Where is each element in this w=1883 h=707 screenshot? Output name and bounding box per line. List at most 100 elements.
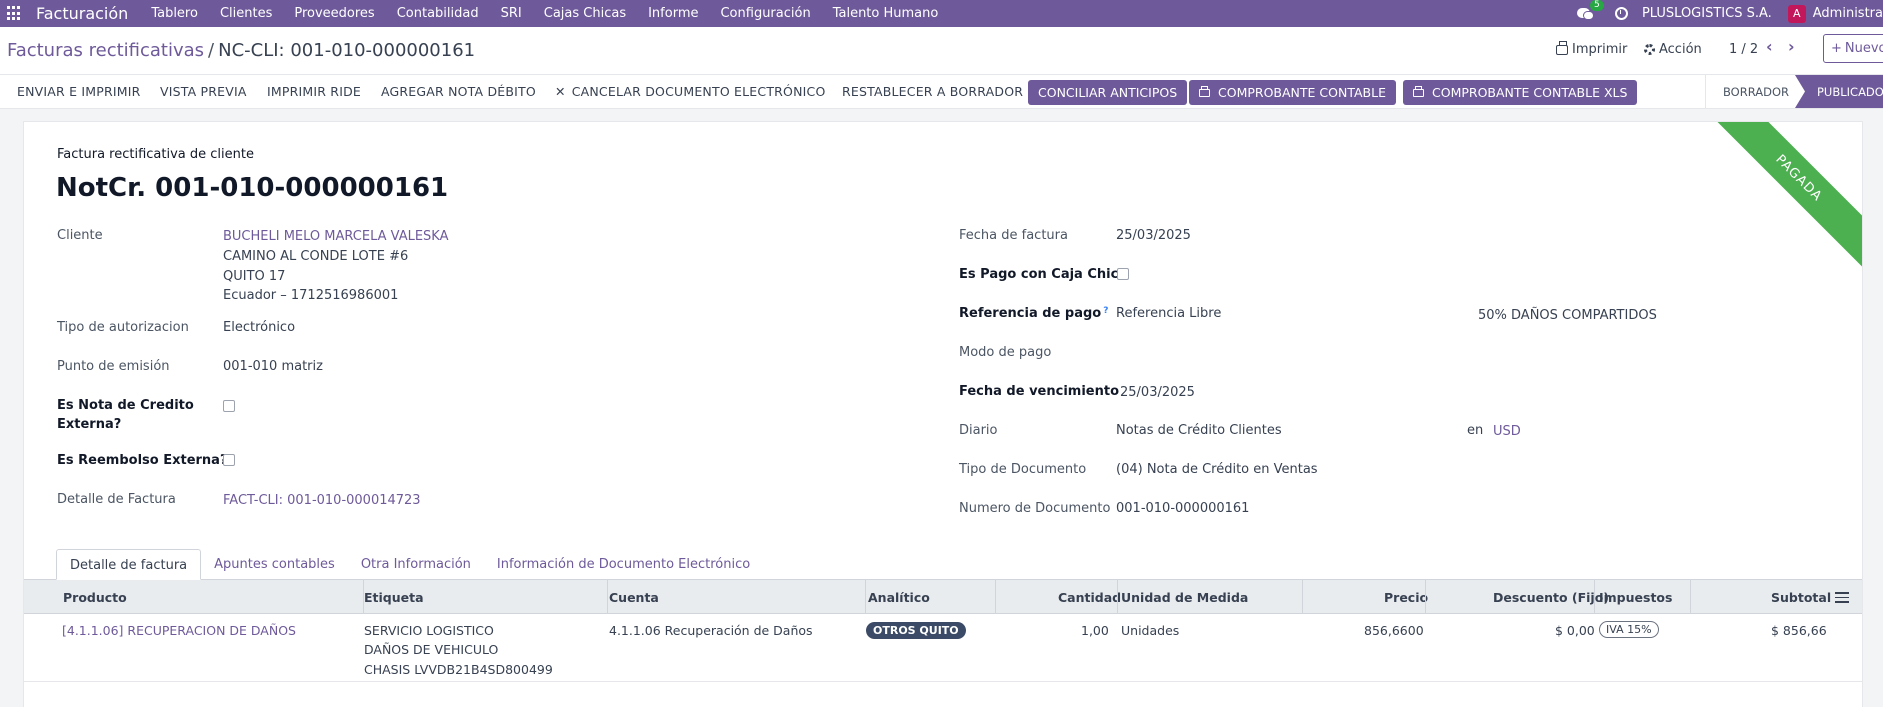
col-producto[interactable]: Producto xyxy=(63,590,127,605)
nota-externa-label-line1: Es Nota de Credito xyxy=(57,398,194,413)
cliente-address-line3: Ecuador – 1712516986001 xyxy=(223,288,399,303)
add-debit-note-button[interactable]: AGREGAR NOTA DÉBITO xyxy=(381,84,536,99)
column-divider xyxy=(1425,580,1426,614)
col-descuento[interactable]: Descuento (Fijo) xyxy=(1493,590,1609,605)
nota-externa-checkbox[interactable] xyxy=(223,400,235,412)
user-menu[interactable]: Administra xyxy=(1813,6,1883,21)
diario-value[interactable]: Notas de Crédito Clientes xyxy=(1116,423,1282,438)
pago-caja-chica-label: Es Pago con Caja Chica xyxy=(959,267,1128,282)
detalle-factura-label: Detalle de Factura xyxy=(57,492,176,507)
column-divider xyxy=(1594,580,1595,614)
column-divider xyxy=(1690,580,1691,614)
nota-externa-label-line2: Externa? xyxy=(57,417,122,432)
accounting-voucher-xls-button[interactable]: COMPROBANTE CONTABLE XLS xyxy=(1403,80,1638,105)
row-unidad: Unidades xyxy=(1121,623,1180,638)
col-cantidad[interactable]: Cantidad xyxy=(1058,590,1121,605)
pager-value[interactable]: 1 / 2 xyxy=(1729,42,1758,57)
state-posted[interactable]: PUBLICADO xyxy=(1795,75,1883,108)
menu-sri[interactable]: SRI xyxy=(501,6,522,21)
state-draft[interactable]: BORRADOR xyxy=(1705,75,1795,108)
col-analitico[interactable]: Analítico xyxy=(868,590,930,605)
tab-apuntes-contables[interactable]: Apuntes contables xyxy=(201,549,348,580)
col-unidad-medida[interactable]: Unidad de Medida xyxy=(1121,590,1248,605)
reconcile-advances-button[interactable]: CONCILIAR ANTICIPOS xyxy=(1028,80,1188,105)
fecha-vencimiento-label: Fecha de vencimiento xyxy=(959,384,1120,399)
menu-tablero[interactable]: Tablero xyxy=(151,6,198,21)
tab-documento-electronico[interactable]: Información de Documento Electrónico xyxy=(484,549,763,580)
cliente-link[interactable]: BUCHELI MELO MARCELA VALESKA xyxy=(223,229,449,244)
referencia-extra-value[interactable]: 50% DAÑOS COMPARTIDOS xyxy=(1478,308,1657,323)
user-avatar[interactable]: A xyxy=(1787,4,1806,23)
cliente-label: Cliente xyxy=(57,228,103,243)
menu-informe[interactable]: Informe xyxy=(648,6,698,21)
column-divider xyxy=(865,580,866,614)
control-panel: Facturas rectificativas / NC-CLI: 001-010-… xyxy=(0,27,1883,74)
punto-emision-value[interactable]: 001-010 matriz xyxy=(223,359,323,374)
optional-columns-icon[interactable] xyxy=(1835,592,1849,603)
tipo-autorizacion-value[interactable]: Electrónico xyxy=(223,320,295,335)
cancel-edoc-label: CANCELAR DOCUMENTO ELECTRÓNICO xyxy=(571,84,826,99)
fecha-factura-label: Fecha de factura xyxy=(959,228,1068,243)
breadcrumb-parent[interactable]: Facturas rectificativas xyxy=(7,40,204,61)
apps-menu-icon[interactable] xyxy=(7,6,22,21)
pago-caja-chica-checkbox[interactable] xyxy=(1117,268,1129,280)
help-tooltip-icon[interactable]: ? xyxy=(1103,306,1108,316)
row-etiqueta-line1: SERVICIO LOGISTICO xyxy=(364,623,494,638)
fecha-vencimiento-value[interactable]: 25/03/2025 xyxy=(1120,385,1195,400)
menu-cajas-chicas[interactable]: Cajas Chicas xyxy=(544,6,626,21)
chat-icon[interactable]: 5 xyxy=(1576,0,1604,21)
currency-link[interactable]: USD xyxy=(1493,424,1521,439)
print-label: Imprimir xyxy=(1572,42,1628,57)
app-brand[interactable]: Facturación xyxy=(36,4,128,23)
printer-icon xyxy=(1413,85,1424,97)
column-divider xyxy=(1117,580,1118,614)
top-navbar: Facturación Tablero Clientes Proveedores… xyxy=(0,0,1883,27)
tipo-documento-label: Tipo de Documento xyxy=(959,462,1087,477)
action-dropdown[interactable]: Acción xyxy=(1644,42,1702,57)
document-type: Factura rectificativa de cliente xyxy=(57,147,254,162)
tab-otra-informacion[interactable]: Otra Información xyxy=(348,549,484,580)
column-divider xyxy=(995,580,996,614)
menu-talento-humano[interactable]: Talento Humano xyxy=(833,6,939,21)
notebook-tabs: Detalle de factura Apuntes contables Otr… xyxy=(56,549,763,580)
currency-en-label: en xyxy=(1467,423,1484,438)
preview-button[interactable]: VISTA PREVIA xyxy=(160,84,247,99)
reset-draft-button[interactable]: RESTABLECER A BORRADOR xyxy=(842,84,1023,99)
breadcrumb: Facturas rectificativas / NC-CLI: 001-010-… xyxy=(7,40,475,61)
activity-clock-icon[interactable] xyxy=(1614,7,1628,20)
detalle-factura-link[interactable]: FACT-CLI: 001-010-000014723 xyxy=(223,493,421,508)
accounting-voucher-label: COMPROBANTE CONTABLE xyxy=(1218,85,1386,100)
numero-documento-value[interactable]: 001-010-000000161 xyxy=(1116,501,1249,516)
new-button[interactable]: + Nuevo xyxy=(1823,34,1883,63)
menu-clientes[interactable]: Clientes xyxy=(220,6,272,21)
print-ride-button[interactable]: IMPRIMIR RIDE xyxy=(267,84,361,99)
send-print-button[interactable]: ENVIAR E IMPRIMIR xyxy=(17,84,141,99)
menu-configuracion[interactable]: Configuración xyxy=(720,6,810,21)
col-etiqueta[interactable]: Etiqueta xyxy=(364,590,424,605)
menu-contabilidad[interactable]: Contabilidad xyxy=(397,6,479,21)
col-precio[interactable]: Precio xyxy=(1384,590,1428,605)
printer-icon xyxy=(1199,85,1210,97)
menu-proveedores[interactable]: Proveedores xyxy=(294,6,374,21)
row-producto[interactable]: [4.1.1.06] RECUPERACION DE DAÑOS xyxy=(62,623,296,638)
company-switcher[interactable]: PLUSLOGISTICS S.A. xyxy=(1642,6,1772,21)
reembolso-externa-checkbox[interactable] xyxy=(223,454,235,466)
tipo-documento-value[interactable]: (04) Nota de Crédito en Ventas xyxy=(1116,462,1318,477)
row-impuestos-tag: IVA 15% xyxy=(1599,621,1659,638)
breadcrumb-current: NC-CLI: 001-010-000000161 xyxy=(218,40,476,61)
referencia-pago-value[interactable]: Referencia Libre xyxy=(1116,306,1221,321)
tab-detalle-factura[interactable]: Detalle de factura xyxy=(56,549,202,580)
accounting-voucher-button[interactable]: COMPROBANTE CONTABLE xyxy=(1189,80,1396,105)
print-dropdown[interactable]: Imprimir xyxy=(1556,40,1628,57)
col-impuestos[interactable]: Impuestos xyxy=(1599,590,1672,605)
chevron-left-icon[interactable]: ‹ xyxy=(1766,39,1780,55)
chevron-right-icon[interactable]: › xyxy=(1788,39,1802,55)
col-subtotal[interactable]: Subtotal xyxy=(1771,590,1831,605)
row-cantidad: 1,00 xyxy=(1081,623,1109,638)
fecha-factura-value[interactable]: 25/03/2025 xyxy=(1116,228,1191,243)
col-cuenta[interactable]: Cuenta xyxy=(609,590,659,605)
cancel-edoc-button[interactable]: ✕ CANCELAR DOCUMENTO ELECTRÓNICO xyxy=(555,84,825,99)
form-sheet: PAGADA Factura rectificativa de cliente … xyxy=(23,121,1863,707)
table-row[interactable]: [4.1.1.06] RECUPERACION DE DAÑOS SERVICI… xyxy=(24,614,1862,682)
reembolso-externa-label: Es Reembolso Externa? xyxy=(57,453,228,468)
